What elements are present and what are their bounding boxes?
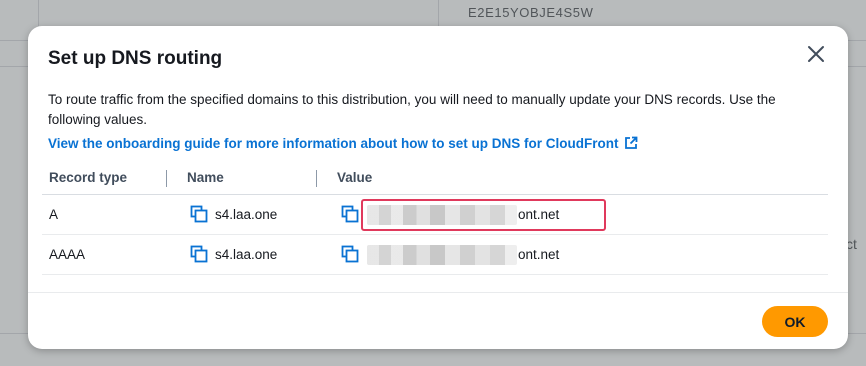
dns-records-table: Record type Name Value A s4.laa.one ont.… bbox=[42, 164, 828, 275]
value-cell: ont.net bbox=[518, 247, 560, 262]
column-header-value: Value bbox=[337, 170, 373, 185]
record-type-cell: AAAA bbox=[49, 247, 86, 262]
footer-divider bbox=[28, 292, 848, 293]
copy-value-icon[interactable] bbox=[341, 205, 359, 223]
table-row: AAAA s4.laa.one ont.net bbox=[42, 235, 828, 275]
copy-name-icon[interactable] bbox=[190, 205, 208, 223]
column-divider bbox=[166, 170, 167, 187]
highlight-box bbox=[361, 199, 606, 231]
dns-routing-modal: Set up DNS routing To route traffic from… bbox=[28, 26, 848, 349]
redacted-value bbox=[367, 245, 517, 265]
copy-name-icon[interactable] bbox=[190, 245, 208, 263]
onboarding-guide-link[interactable]: View the onboarding guide for more infor… bbox=[48, 136, 638, 153]
ok-button[interactable]: OK bbox=[762, 306, 828, 337]
column-divider bbox=[316, 170, 317, 187]
modal-title: Set up DNS routing bbox=[48, 48, 223, 69]
external-link-icon bbox=[624, 136, 638, 153]
column-header-name: Name bbox=[187, 170, 224, 185]
modal-description: To route traffic from the specified doma… bbox=[48, 92, 776, 127]
name-cell: s4.laa.one bbox=[215, 207, 278, 222]
onboarding-guide-link-text: View the onboarding guide for more infor… bbox=[48, 136, 619, 151]
column-header-record-type: Record type bbox=[49, 170, 128, 185]
record-type-cell: A bbox=[49, 207, 59, 222]
name-cell: s4.laa.one bbox=[215, 247, 278, 262]
close-button[interactable] bbox=[805, 43, 827, 65]
table-header: Record type Name Value bbox=[42, 164, 828, 195]
close-icon bbox=[808, 46, 824, 62]
copy-value-icon[interactable] bbox=[341, 245, 359, 263]
